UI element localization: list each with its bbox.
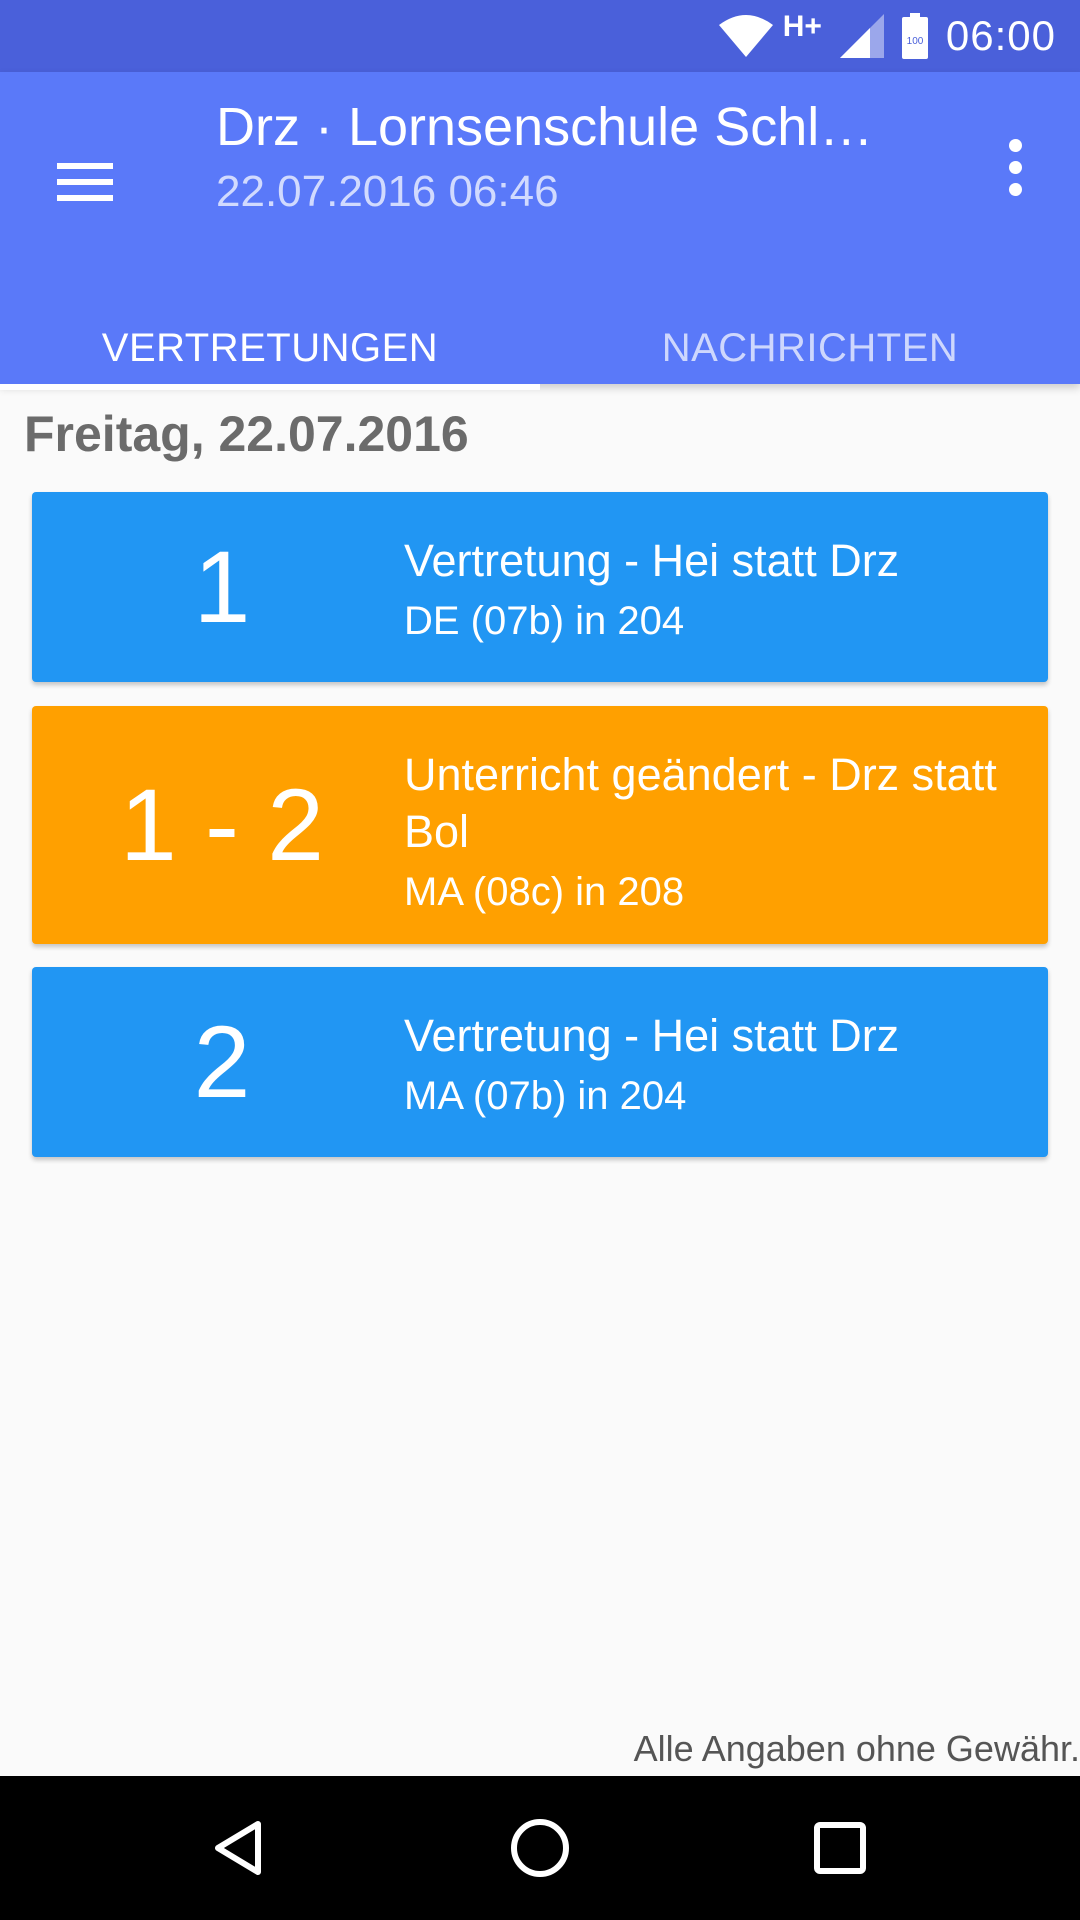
tab-bar: VERTRETUNGEN NACHRICHTEN xyxy=(0,312,1080,390)
page-subtitle: 22.07.2016 06:46 xyxy=(216,167,559,216)
card-subtext: DE (07b) in 204 xyxy=(404,599,685,643)
navigation-drawer-button[interactable] xyxy=(40,137,130,227)
period-label: 1 xyxy=(193,529,251,644)
card-details: Unterricht geändert - Drz statt Bol MA (… xyxy=(404,746,1004,918)
card-subtext: MA (07b) in 204 xyxy=(404,1074,687,1118)
battery-icon: 100 xyxy=(901,13,928,59)
recent-apps-icon[interactable] xyxy=(792,1800,888,1896)
card-headline: Vertretung - Hei statt Drz xyxy=(404,1010,900,1061)
tab-vertretungen[interactable]: VERTRETUNGEN xyxy=(0,312,540,384)
hamburger-menu-icon xyxy=(57,163,113,201)
network-type-label: H+ xyxy=(782,10,822,43)
app-bar: Drz · Lornsenschule Schl… 22.07.2016 06:… xyxy=(0,72,1080,390)
card-subtext: MA (08c) in 208 xyxy=(404,870,685,914)
substitution-card[interactable]: 2 Vertretung - Hei statt Drz MA (07b) in… xyxy=(32,967,1048,1157)
card-headline: Unterricht geändert - Drz statt Bol xyxy=(404,749,997,857)
status-time: 06:00 xyxy=(945,12,1056,59)
status-bar: H+ 100 06:00 xyxy=(0,0,1080,72)
card-details: Vertretung - Hei statt Drz MA (07b) in 2… xyxy=(404,1007,1004,1122)
substitution-card[interactable]: 1 Vertretung - Hei statt Drz DE (07b) in… xyxy=(32,492,1048,682)
substitution-card[interactable]: 1 - 2 Unterricht geändert - Drz statt Bo… xyxy=(32,706,1048,944)
day-heading: Freitag, 22.07.2016 xyxy=(24,406,469,462)
back-icon[interactable] xyxy=(192,1800,288,1896)
more-vert-icon[interactable] xyxy=(980,122,1050,212)
system-nav-bar xyxy=(0,1776,1080,1920)
page-title: Drz · Lornsenschule Schl… xyxy=(216,97,874,157)
home-icon[interactable] xyxy=(492,1800,588,1896)
svg-text:100: 100 xyxy=(907,36,924,47)
card-headline: Vertretung - Hei statt Drz xyxy=(404,535,900,586)
tab-indicator xyxy=(0,384,540,390)
period-label: 1 - 2 xyxy=(119,767,325,882)
card-details: Vertretung - Hei statt Drz DE (07b) in 2… xyxy=(404,532,1004,647)
title-block: Drz · Lornsenschule Schl… 22.07.2016 06:… xyxy=(216,92,936,222)
period-label: 2 xyxy=(193,1004,251,1119)
disclaimer: Alle Angaben ohne Gewähr. xyxy=(633,1728,1080,1769)
cell-signal-icon xyxy=(839,14,884,58)
tab-nachrichten[interactable]: NACHRICHTEN xyxy=(540,312,1080,384)
wifi-icon xyxy=(718,14,773,58)
